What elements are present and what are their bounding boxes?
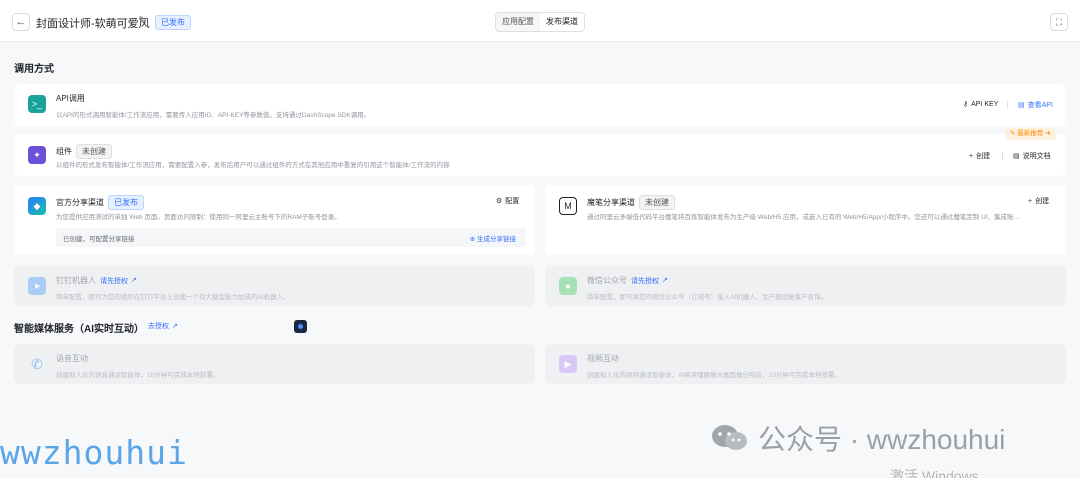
share-link-bar: 已创建，可配置分享链接 ⊕ 生成分享链接: [56, 228, 526, 247]
dingtalk-card: ➤ 钉钉机器人 请先授权 ↗ 简单配置，即可为您的组织在钉钉平台上创建一个有大模型能…: [14, 266, 535, 306]
modao-desc: 通过阿里云多端低代码平台魔笔将百炼智能体发布为生产级 Web/H5 应用，或嵌入…: [587, 214, 1021, 221]
dingtalk-desc: 简单配置，即可为您的组织在钉钉平台上创建一个有大模型能力加成的AI机器人。: [56, 294, 290, 301]
dingtalk-title: 钉钉机器人: [56, 276, 96, 285]
modao-create-button[interactable]: + 创建: [1028, 196, 1049, 206]
app-title: 封面设计师-软萌可爱风: [36, 18, 150, 30]
generate-share-link-button[interactable]: ⊕ 生成分享链接: [470, 233, 516, 243]
gear-icon: ⚙: [496, 198, 503, 205]
api-card: >_ API调用 以API的形式调用智能体/工作流应用，需要传入应用ID、API…: [14, 84, 1066, 126]
key-icon: ⚷: [963, 101, 969, 108]
wechat-logo-icon: [712, 425, 747, 450]
official-title: 官方分享渠道: [56, 198, 104, 207]
plus-icon: +: [969, 152, 974, 160]
api-title: API调用: [56, 94, 85, 103]
document-icon: ▤: [1013, 153, 1020, 160]
terminal-icon: >_: [28, 95, 46, 113]
tab-publish-channel[interactable]: 发布渠道: [540, 13, 584, 31]
floating-assistant-icon[interactable]: [294, 320, 307, 333]
dingtalk-auth-link[interactable]: 请先授权 ↗: [100, 276, 137, 286]
view-api-button[interactable]: ▤ 查看API: [1018, 100, 1053, 110]
edit-icon[interactable]: ✎: [138, 14, 147, 27]
section-title-call: 调用方式: [14, 64, 54, 75]
component-doc-button[interactable]: ▤ 说明文档: [1013, 151, 1051, 161]
modao-share-card: M 魔笔分享渠道 未创建 通过阿里云多端低代码平台魔笔将百炼智能体发布为生产级 W…: [545, 185, 1066, 255]
tab-group: 应用配置 发布渠道: [495, 12, 585, 32]
api-key-button[interactable]: ⚷ API KEY: [963, 100, 998, 109]
media-auth-link[interactable]: 去授权 ↗: [148, 321, 178, 331]
official-desc: 为您提供应用测试的单独 Web 页面。页面访问限制：使用同一阿里云主账号下的RA…: [56, 214, 341, 221]
wechat-auth-link[interactable]: 请先授权 ↗: [631, 276, 668, 286]
top-bar: ← 封面设计师-软萌可爱风 ✎ 已发布 应用配置 发布渠道 ⛶: [0, 0, 1080, 42]
external-link-icon: ↗: [662, 276, 668, 284]
component-status-badge: 未创建: [76, 144, 112, 159]
component-card: ✦ 组件 未创建 以组件的形式发布智能体/工作流应用，需要配置入参，发布后用户可以…: [14, 134, 1066, 176]
video-card: ▶ 视频互动 创建拟人化的视频通话智能体，AI将读懂摄像头画面做出响应，10分钟…: [545, 344, 1066, 384]
tab-app-config[interactable]: 应用配置: [496, 13, 540, 31]
share-link-status: 已创建，可配置分享链接: [63, 236, 135, 243]
api-desc: 以API的形式调用智能体/工作流应用，需要传入应用ID、API-KEY等参数值，…: [56, 112, 371, 119]
plus-circle-icon: ⊕: [469, 236, 477, 243]
voice-title: 语音互动: [56, 354, 88, 363]
back-button[interactable]: ←: [12, 13, 30, 31]
external-link-icon: ↗: [131, 276, 137, 284]
divider: [1002, 152, 1003, 160]
modao-status-badge: 未创建: [639, 195, 675, 210]
wechat-desc: 简单配置，即可将您的微信公众号（订阅号）接入AI机器人，生产模回复客户咨询。: [587, 294, 828, 301]
component-desc: 以组件的形式发布智能体/工作流应用，需要配置入参，发布后用户可以通过组件的方式在…: [56, 162, 450, 169]
official-config-button[interactable]: ⚙ 配置: [496, 196, 519, 206]
modao-logo-icon: M: [559, 197, 577, 215]
component-title: 组件: [56, 147, 72, 156]
wechat-title: 微信公众号: [587, 276, 627, 285]
fullscreen-toggle-button[interactable]: ⛶: [1050, 13, 1068, 31]
wechat-icon: ●: [559, 277, 577, 295]
phone-icon: ✆: [31, 355, 43, 372]
section-title-media: 智能媒体服务（AI实时互动）: [14, 324, 144, 335]
voice-desc: 创建拟人化的语音通话智能体，10分钟可完成本地部署。: [56, 372, 220, 379]
divider: [1007, 101, 1008, 109]
plus-icon: +: [1028, 197, 1033, 205]
document-icon: ▤: [1018, 102, 1025, 109]
watermark-left: wwzhouhui: [0, 433, 188, 472]
collapse-icon: ⛶: [1055, 16, 1063, 27]
arrow-left-icon: ←: [15, 16, 27, 28]
wechat-card: ● 微信公众号 请先授权 ↗ 简单配置，即可将您的微信公众号（订阅号）接入AI机器人…: [545, 266, 1066, 306]
recommend-ribbon: ✎ 最新推荐 ➜: [1005, 128, 1056, 140]
cube-icon: ◆: [28, 197, 46, 215]
video-desc: 创建拟人化的视频通话智能体，AI将读懂摄像头画面做出响应，10分钟可完成本地部署…: [587, 372, 841, 379]
video-title: 视频互动: [587, 354, 619, 363]
component-icon: ✦: [28, 146, 46, 164]
video-icon: ▶: [559, 355, 577, 373]
watermark-right: 公众号 · wwzhouhui: [710, 418, 1005, 458]
component-create-button[interactable]: + 创建: [969, 151, 990, 161]
external-link-icon: ↗: [172, 323, 178, 330]
official-status-badge: 已发布: [108, 195, 144, 210]
windows-activation-watermark: 激活 Windows: [890, 468, 979, 478]
dingtalk-icon: ➤: [28, 277, 46, 295]
modao-title: 魔笔分享渠道: [587, 198, 635, 207]
voice-card: ✆ 语音互动 创建拟人化的语音通话智能体，10分钟可完成本地部署。: [14, 344, 535, 384]
status-badge: 已发布: [155, 15, 191, 30]
